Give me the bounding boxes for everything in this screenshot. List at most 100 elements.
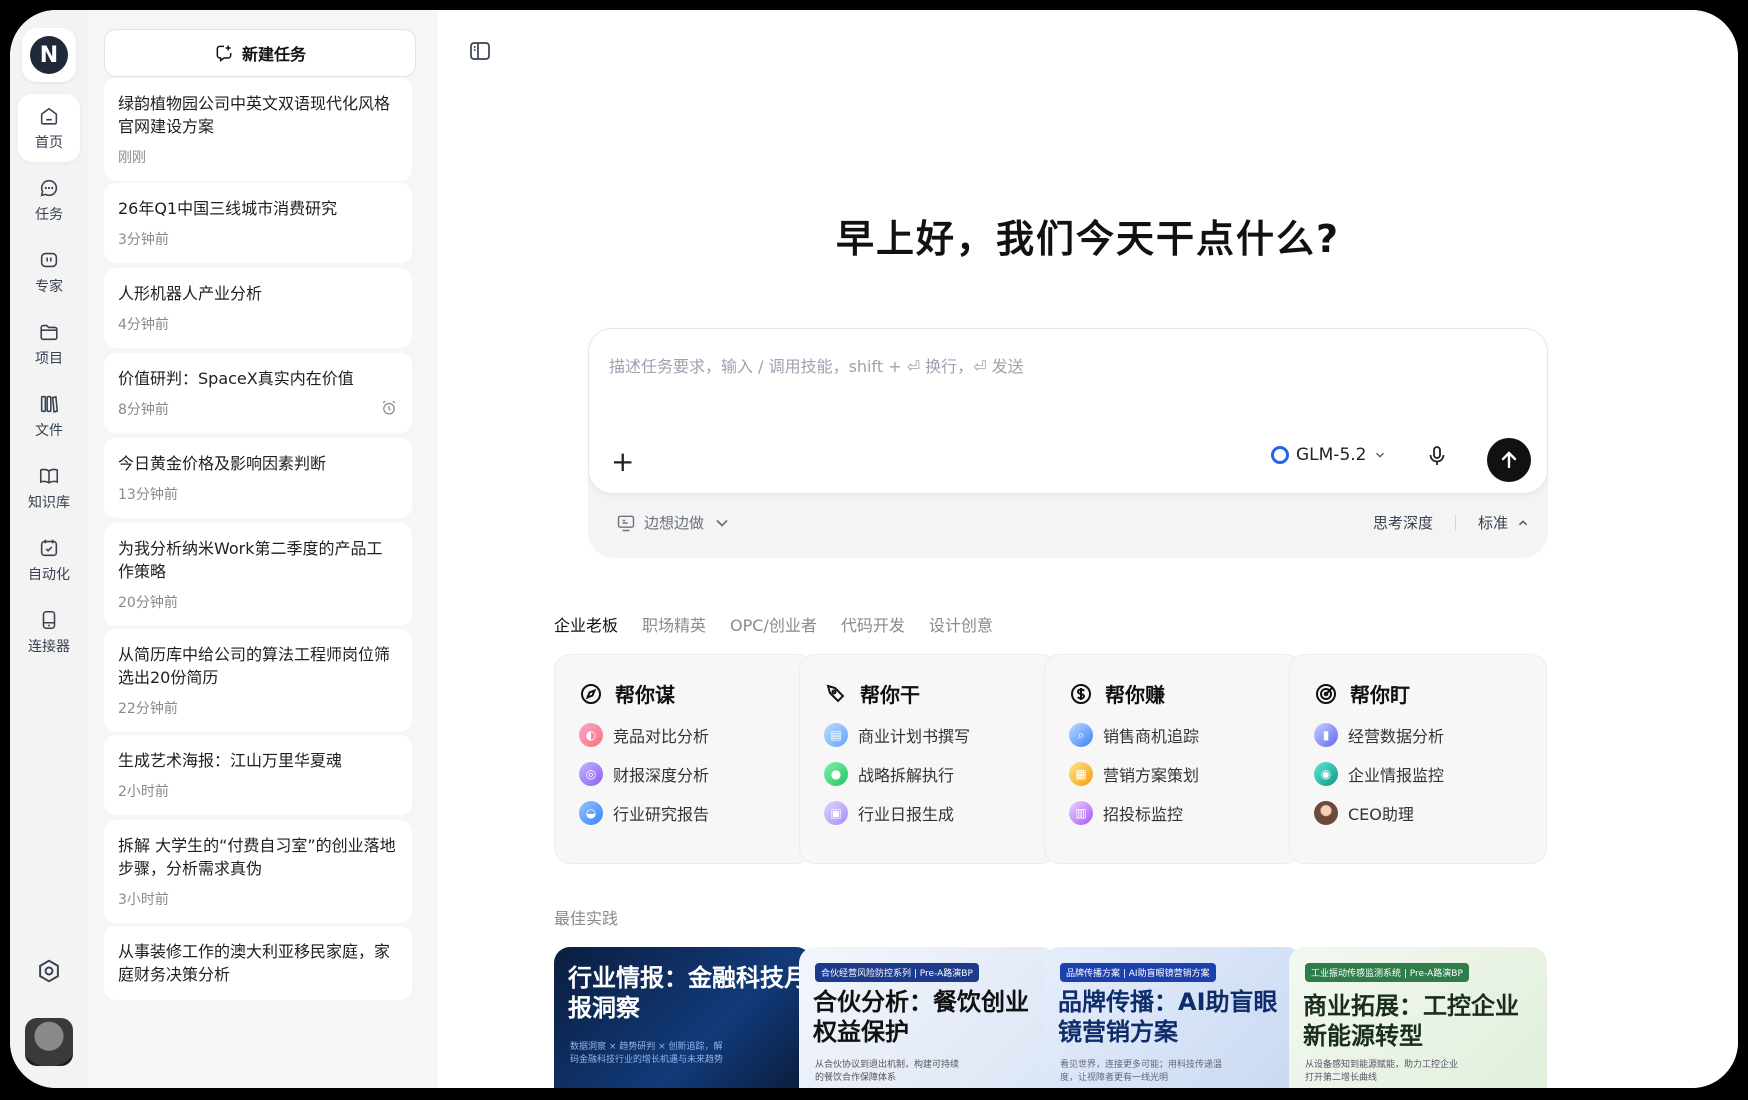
tab-code[interactable]: 代码开发 <box>841 612 905 636</box>
composer[interactable]: 描述任务要求，输入 / 调用技能，shift + ⏎ 换行，⏎ 发送 + GLM… <box>588 328 1548 494</box>
feature-item[interactable]: ◉ 企业情报监控 <box>1314 762 1444 786</box>
nav-automation-label: 自动化 <box>28 566 70 583</box>
nav-files[interactable]: 文件 <box>18 382 80 450</box>
microphone-icon[interactable] <box>1425 443 1449 469</box>
feature-item[interactable]: ◐ 竞品对比分析 <box>579 723 709 747</box>
settings-icon[interactable] <box>36 958 62 984</box>
library-icon <box>40 395 59 413</box>
app-screen: N 首页 任务 专家 项目 文件 知识库 自动化 连接器 新建任务 绿韵植物园公… <box>10 10 1738 1088</box>
feature-item-label: 行业研究报告 <box>613 805 710 824</box>
feature-item[interactable]: CEO助理 <box>1314 801 1414 825</box>
task-time: 3分钟前 <box>118 232 169 248</box>
home-icon <box>40 107 58 125</box>
task-title: 26年Q1中国三线城市消费研究 <box>118 199 338 218</box>
best-practice-desc: 数据洞察 × 趋势研判 × 创新追踪，解码金融科技行业的增长机遇与未来趋势 <box>570 1042 724 1065</box>
feature-item-label: 销售商机追踪 <box>1103 727 1200 746</box>
task-title: 为我分析纳米Work第二季度的产品工作策略 <box>118 539 383 581</box>
depth-value-selector[interactable]: 标准 <box>1478 512 1530 533</box>
feature-item-label: 财报深度分析 <box>613 766 710 785</box>
chevron-up-icon <box>1519 519 1527 525</box>
best-practice-card[interactable]: 工业振动传感监测系统 | Pre-A路演BP 商业拓展：工控企业新能源转型 从设… <box>1289 947 1547 1088</box>
best-practice-card[interactable]: 品牌传播方案 | AI助盲眼镜营销方案 品牌传播：AI助盲眼镜营销方案 看见世界… <box>1044 947 1302 1088</box>
feature-item[interactable]: ◒ 行业研究报告 <box>579 801 709 825</box>
feature-item[interactable]: ▦ 营销方案策划 <box>1069 762 1199 786</box>
nav-automation[interactable]: 自动化 <box>18 526 80 594</box>
nav-tasks-label: 任务 <box>35 206 63 223</box>
chart-icon: ◐ <box>579 723 603 747</box>
nav-knowledge[interactable]: 知识库 <box>18 454 80 522</box>
chat-icon <box>40 179 58 196</box>
daily-report-icon: ▣ <box>824 801 848 825</box>
globe-icon: ◉ <box>1314 762 1338 786</box>
sidebar-toggle-icon[interactable] <box>468 39 492 63</box>
task-item[interactable]: 从事装修工作的澳大利亚移民家庭，家庭财务决策分析 <box>104 926 412 1000</box>
folder-icon <box>40 324 58 340</box>
nav-experts-label: 专家 <box>35 278 63 295</box>
device-frame: N 首页 任务 专家 项目 文件 知识库 自动化 连接器 新建任务 绿韵植物园公… <box>0 0 1748 1100</box>
task-item[interactable]: 绿韵植物园公司中英文双语现代化风格官网建设方案 刚刚 <box>104 78 412 181</box>
model-selector[interactable]: GLM-5.2 <box>1271 445 1387 465</box>
nav-projects[interactable]: 项目 <box>18 310 80 378</box>
chevron-down-icon <box>716 519 728 527</box>
add-attachment-button[interactable]: + <box>611 445 634 478</box>
model-logo-icon <box>1271 446 1289 464</box>
feature-card-do: 帮你干 ▤ 商业计划书撰写 ● 战略拆解执行 ▣ 行业日报生成 <box>799 654 1057 864</box>
feature-card-watch: 帮你盯 ▮ 经营数据分析 ◉ 企业情报监控 CEO助理 <box>1289 654 1547 864</box>
task-item[interactable]: 人形机器人产业分析 4分钟前 <box>104 268 412 348</box>
feature-item[interactable]: ◎ 财报深度分析 <box>579 762 709 786</box>
connector-icon <box>42 610 56 629</box>
thinking-depth[interactable]: 思考深度 标准 <box>1373 512 1530 533</box>
best-practice-card[interactable]: 合伙经营风险防控系列 | Pre-A路演BP 合伙分析：餐饮创业权益保护 从合伙… <box>799 947 1057 1088</box>
feature-item-label: 竞品对比分析 <box>613 727 710 746</box>
best-practice-card[interactable]: 行业情报：金融科技月报洞察 数据洞察 × 趋势研判 × 创新追踪，解码金融科技行… <box>554 947 812 1088</box>
task-item[interactable]: 价值研判：SpaceX真实内在价值 8分钟前 <box>104 353 412 433</box>
feature-item[interactable]: ● 战略拆解执行 <box>824 762 954 786</box>
task-title: 拆解 大学生的“付费自习室”的创业落地步骤，分析需求真伪 <box>118 836 396 878</box>
task-title: 绿韵植物园公司中英文双语现代化风格官网建设方案 <box>118 94 391 136</box>
task-item[interactable]: 26年Q1中国三线城市消费研究 3分钟前 <box>104 183 412 263</box>
logo-mark: N <box>30 36 68 74</box>
best-practice-desc: 从设备感知到能源赋能，助力工控企业打开第二增长曲线 <box>1305 1060 1459 1083</box>
feature-title: 帮你谋 <box>615 683 675 707</box>
task-time: 2小时前 <box>118 784 169 800</box>
best-practice-title: 合伙分析：餐饮创业权益保护 <box>813 988 1029 1046</box>
best-practice-desc: 从合伙协议到退出机制，构建可持续的餐饮合作保障体系 <box>815 1060 960 1083</box>
tab-design[interactable]: 设计创意 <box>929 612 993 636</box>
nav-connectors[interactable]: 连接器 <box>18 598 80 666</box>
feature-item[interactable]: ▮ 经营数据分析 <box>1314 723 1444 747</box>
app-logo[interactable]: N <box>22 28 76 82</box>
best-practice-desc: 看见世界，连接更多可能；用科技传递温度，让视障者更有一线光明 <box>1060 1060 1223 1083</box>
document-icon: ▤ <box>824 723 848 747</box>
composer-input[interactable]: 描述任务要求，输入 / 调用技能，shift + ⏎ 换行，⏎ 发送 <box>609 353 1024 377</box>
task-time: 刚刚 <box>118 150 146 166</box>
feature-item[interactable]: ▣ 行业日报生成 <box>824 801 954 825</box>
feature-item[interactable]: ⌕ 销售商机追踪 <box>1069 723 1199 747</box>
task-item[interactable]: 生成艺术海报：江山万里华夏魂 2小时前 <box>104 735 412 815</box>
feature-item[interactable]: ▤ 商业计划书撰写 <box>824 723 970 747</box>
alarm-clock-icon <box>382 400 396 415</box>
nav-experts[interactable]: 专家 <box>18 238 80 306</box>
mode-label: 边想边做 <box>644 514 705 532</box>
task-time: 13分钟前 <box>118 487 178 503</box>
tab-elite[interactable]: 职场精英 <box>642 612 706 636</box>
task-item[interactable]: 从简历库中给公司的算法工程师岗位筛选出20份简历 22分钟前 <box>104 629 412 732</box>
task-item[interactable]: 今日黄金价格及影响因素判断 13分钟前 <box>104 438 412 518</box>
task-item[interactable]: 拆解 大学生的“付费自习室”的创业落地步骤，分析需求真伪 3小时前 <box>104 820 412 923</box>
new-task-button[interactable]: 新建任务 <box>104 29 416 77</box>
task-item[interactable]: 为我分析纳米Work第二季度的产品工作策略 20分钟前 <box>104 523 412 626</box>
send-button[interactable] <box>1487 438 1531 482</box>
mode-selector[interactable]: 边想边做 <box>616 512 732 533</box>
feature-item[interactable]: ▥ 招投标监控 <box>1069 801 1183 825</box>
nav-tasks[interactable]: 任务 <box>18 166 80 234</box>
user-avatar[interactable] <box>25 1018 73 1066</box>
best-practice-title: 行业情报：金融科技月报洞察 <box>568 964 808 1022</box>
task-title: 从事装修工作的澳大利亚移民家庭，家庭财务决策分析 <box>118 942 391 984</box>
nav-home[interactable]: 首页 <box>18 94 80 162</box>
tab-boss[interactable]: 企业老板 <box>554 612 618 636</box>
book-icon <box>39 468 59 484</box>
expert-icon <box>40 252 58 267</box>
main-panel: 早上好，我们今天干点什么? 描述任务要求，输入 / 调用技能，shift + ⏎… <box>438 10 1738 1088</box>
feature-item-label: 企业情报监控 <box>1348 766 1445 785</box>
research-icon: ◒ <box>579 801 603 825</box>
tab-founder[interactable]: OPC/创业者 <box>730 612 817 636</box>
